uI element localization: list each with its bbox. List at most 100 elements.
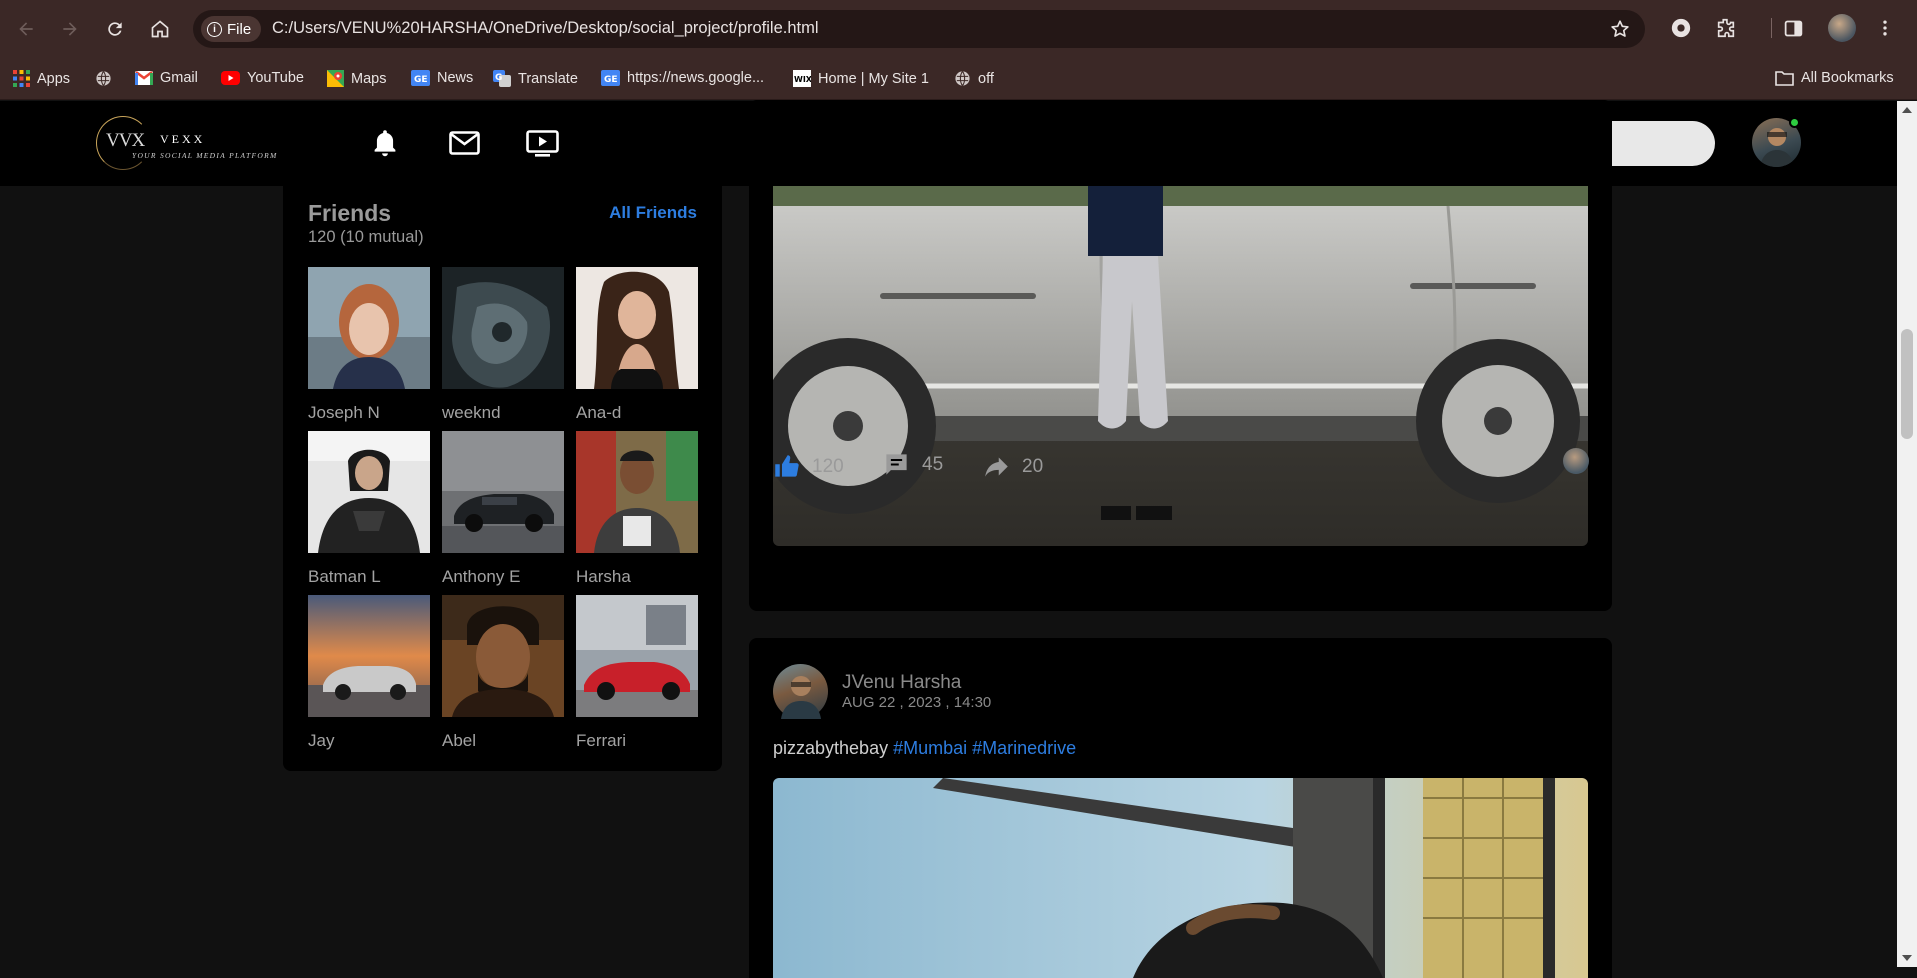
home-button[interactable] xyxy=(145,14,175,44)
friend-photo xyxy=(308,267,430,389)
bookmark-label: YouTube xyxy=(247,70,304,86)
friend-card[interactable]: Anthony E xyxy=(442,431,564,587)
friend-name: Ana-d xyxy=(576,403,622,422)
friend-card[interactable]: Batman L xyxy=(308,431,430,587)
post-image[interactable] xyxy=(773,778,1588,978)
youtube-icon xyxy=(221,71,240,85)
liked-by-avatar[interactable] xyxy=(1563,448,1589,474)
bookmark-label: off xyxy=(978,70,994,87)
bookmark-globe[interactable] xyxy=(95,70,112,87)
wix-icon: WIX xyxy=(793,70,811,87)
bookmark-youtube[interactable]: YouTube xyxy=(221,70,304,86)
share-stat[interactable]: 20 xyxy=(983,453,1043,480)
folder-icon xyxy=(1775,71,1794,86)
kebab-menu-icon xyxy=(1883,20,1887,36)
post-author-name[interactable]: JVenu Harsha xyxy=(842,672,961,694)
puzzle-icon xyxy=(1717,18,1735,38)
thumbs-up-icon xyxy=(775,455,799,477)
page-scrollbar[interactable] xyxy=(1897,101,1917,967)
friend-card[interactable]: Joseph N xyxy=(308,267,430,423)
bell-icon xyxy=(374,130,396,157)
bookmark-label: Gmail xyxy=(160,70,198,86)
notifications-button[interactable] xyxy=(365,123,405,163)
side-panel-button[interactable] xyxy=(1779,14,1807,42)
gmail-icon xyxy=(135,71,153,85)
all-bookmarks-button[interactable]: All Bookmarks xyxy=(1775,70,1894,86)
side-panel-icon xyxy=(1784,20,1802,36)
svg-text:WIX: WIX xyxy=(794,75,811,84)
site-info-chip[interactable]: i File xyxy=(201,16,262,42)
friends-panel: Friends 120 (10 mutual) All Friends Jose… xyxy=(283,186,722,771)
friend-name: Abel xyxy=(442,731,477,750)
news-icon: GE xyxy=(601,70,620,86)
arrow-right-icon xyxy=(63,22,77,36)
news-icon: GE xyxy=(411,70,430,86)
scroll-down-arrow[interactable] xyxy=(1902,955,1912,961)
google-lens-button[interactable] xyxy=(1667,14,1695,42)
friend-card[interactable]: Ferrari xyxy=(576,595,698,751)
friend-photo xyxy=(576,431,698,553)
globe-icon xyxy=(955,71,970,86)
chrome-profile-avatar[interactable] xyxy=(1828,14,1856,42)
bookmark-google-news[interactable]: GE https://news.google... xyxy=(601,70,764,86)
friend-photo xyxy=(576,267,698,389)
logo-name: VEXX xyxy=(160,132,206,146)
watch-button[interactable] xyxy=(522,123,562,163)
friend-card[interactable]: Ana-d xyxy=(576,267,698,423)
messages-button[interactable] xyxy=(444,123,484,163)
arrow-left-icon xyxy=(19,22,33,36)
video-icon xyxy=(525,129,559,157)
svg-text:GE: GE xyxy=(604,75,618,85)
bookmark-off[interactable]: off xyxy=(954,70,994,87)
extensions-button[interactable] xyxy=(1712,14,1740,42)
hashtag-link[interactable]: #Mumbai xyxy=(893,738,967,758)
friend-card[interactable]: Harsha xyxy=(576,431,698,587)
bookmark-star-icon[interactable] xyxy=(1609,18,1631,40)
hashtag-link[interactable]: #Marinedrive xyxy=(972,738,1076,758)
home-icon xyxy=(151,20,169,38)
post-card: 120 45 20 xyxy=(749,100,1612,611)
comment-stat[interactable]: 45 xyxy=(883,451,943,478)
info-icon: i xyxy=(207,21,222,37)
post-card: JVenu Harsha AUG 22 , 2023 , 14:30 pizza… xyxy=(749,638,1612,978)
post-image[interactable] xyxy=(773,186,1588,546)
bookmark-label: News xyxy=(437,70,474,86)
vexx-logo[interactable]: VVX VEXX YOUR SOCIAL MEDIA PLATFORM xyxy=(96,114,286,172)
bookmark-wix[interactable]: WIX Home | My Site 1 xyxy=(793,70,929,87)
back-button[interactable] xyxy=(11,14,41,44)
friend-card[interactable]: Jay xyxy=(308,595,430,751)
forward-button[interactable] xyxy=(55,14,85,44)
chrome-menu-button[interactable] xyxy=(1871,14,1899,42)
scroll-up-arrow[interactable] xyxy=(1902,107,1912,113)
bookmark-apps[interactable]: Apps xyxy=(13,70,70,87)
friends-count: 120 (10 mutual) xyxy=(308,228,424,246)
svg-text:GE: GE xyxy=(414,75,428,85)
comment-count: 45 xyxy=(922,453,944,475)
bookmark-translate[interactable]: G Translate xyxy=(493,70,578,87)
browser-toolbar: i File C:/Users/VENU%20HARSHA/OneDrive/D… xyxy=(0,0,1917,58)
file-chip-label: File xyxy=(227,20,252,38)
friend-card[interactable]: weeknd xyxy=(442,267,564,423)
maps-icon xyxy=(327,70,344,87)
url-text[interactable]: C:/Users/VENU%20HARSHA/OneDrive/Desktop/… xyxy=(272,19,819,38)
bookmark-gmail[interactable]: Gmail xyxy=(135,70,198,86)
bookmark-news[interactable]: GE News xyxy=(411,70,473,86)
scroll-thumb[interactable] xyxy=(1901,329,1913,439)
address-bar[interactable]: i File C:/Users/VENU%20HARSHA/OneDrive/D… xyxy=(193,10,1645,48)
post-author-avatar[interactable] xyxy=(773,664,828,719)
caption-text: pizzabythebay xyxy=(773,738,889,758)
friend-name: Anthony E xyxy=(442,567,521,586)
friend-card[interactable]: Abel xyxy=(442,595,564,751)
share-count: 20 xyxy=(1022,455,1044,477)
all-friends-link[interactable]: All Friends xyxy=(609,203,697,223)
avatar-photo xyxy=(781,676,821,719)
bookmark-label: Home | My Site 1 xyxy=(818,70,929,87)
like-stat[interactable]: 120 xyxy=(773,453,844,480)
friends-title: Friends xyxy=(308,200,392,226)
reload-button[interactable] xyxy=(100,14,130,44)
friend-name: weeknd xyxy=(442,403,501,422)
post-caption: pizzabythebay #Mumbai #Marinedrive xyxy=(773,738,1076,759)
bookmark-label: Apps xyxy=(37,70,71,87)
globe-icon xyxy=(96,71,111,86)
bookmark-maps[interactable]: Maps xyxy=(327,70,386,87)
